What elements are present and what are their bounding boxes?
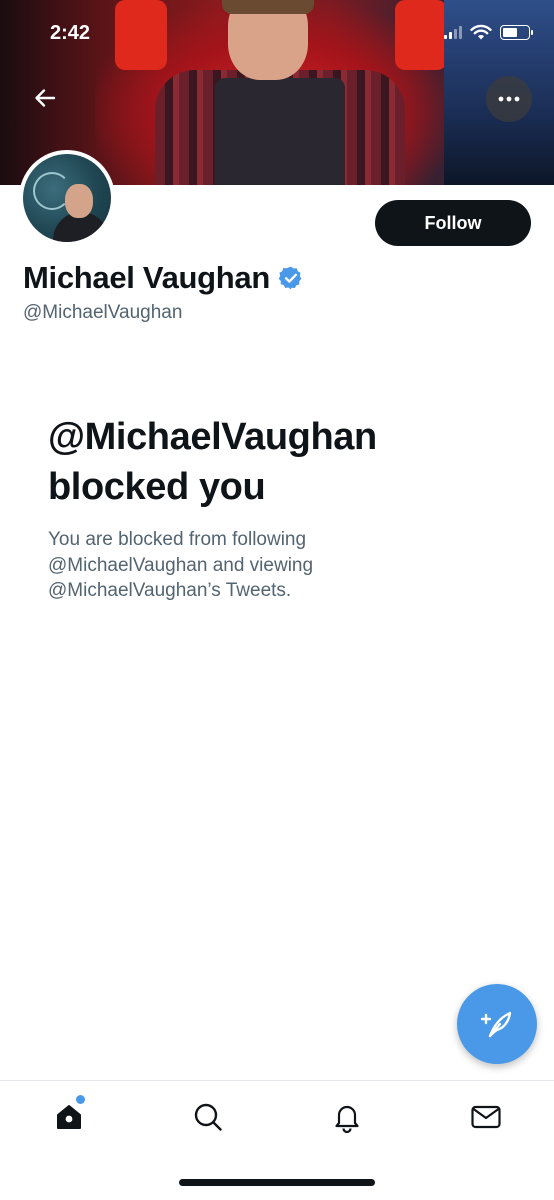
follow-button[interactable]: Follow xyxy=(375,200,531,246)
arrow-left-icon xyxy=(35,89,56,107)
new-content-dot xyxy=(76,1095,85,1104)
search-icon xyxy=(194,1103,222,1131)
profile-handle: @MichaelVaughan xyxy=(23,302,183,323)
status-time: 2:42 xyxy=(50,22,91,44)
tab-search[interactable] xyxy=(188,1099,228,1135)
home-icon xyxy=(57,1105,81,1129)
cellular-signal-icon xyxy=(444,25,462,39)
more-options-button[interactable] xyxy=(486,76,532,122)
blocked-title-line-2: blocked you xyxy=(48,466,266,508)
wifi-icon xyxy=(470,24,492,40)
banner-person-hair xyxy=(222,0,314,14)
battery-icon xyxy=(500,24,533,40)
tab-messages[interactable] xyxy=(466,1099,506,1135)
banner-chair-right xyxy=(395,0,447,70)
profile-display-name: Michael Vaughan xyxy=(23,260,304,296)
blocked-body-line-3: @MichaelVaughan’s Tweets. xyxy=(48,580,292,601)
banner-chair-left xyxy=(115,0,167,70)
blocked-description: You are blocked from following @MichaelV… xyxy=(48,527,378,604)
blocked-body-line-1: You are blocked from following xyxy=(48,529,307,550)
display-name-text: Michael Vaughan xyxy=(23,260,271,295)
compose-tweet-button[interactable] xyxy=(457,984,537,1064)
avatar[interactable] xyxy=(19,150,115,246)
avatar-image xyxy=(23,154,111,242)
home-indicator xyxy=(179,1179,375,1186)
status-icons xyxy=(444,24,533,40)
messages-icon xyxy=(471,1105,501,1129)
tab-home[interactable] xyxy=(49,1099,89,1135)
banner-person-vest xyxy=(215,78,345,185)
blocked-body-line-2: @MichaelVaughan and viewing xyxy=(48,554,314,576)
tab-notifications[interactable] xyxy=(327,1099,367,1135)
blocked-title-line-1: @MichaelVaughan xyxy=(48,416,377,458)
more-horizontal-icon xyxy=(498,96,520,102)
blocked-title: @MichaelVaughan blocked you xyxy=(48,412,518,512)
verified-badge-icon xyxy=(278,266,302,290)
back-button[interactable] xyxy=(22,75,68,121)
compose-tweet-icon xyxy=(480,1011,512,1038)
notifications-icon xyxy=(335,1105,359,1133)
